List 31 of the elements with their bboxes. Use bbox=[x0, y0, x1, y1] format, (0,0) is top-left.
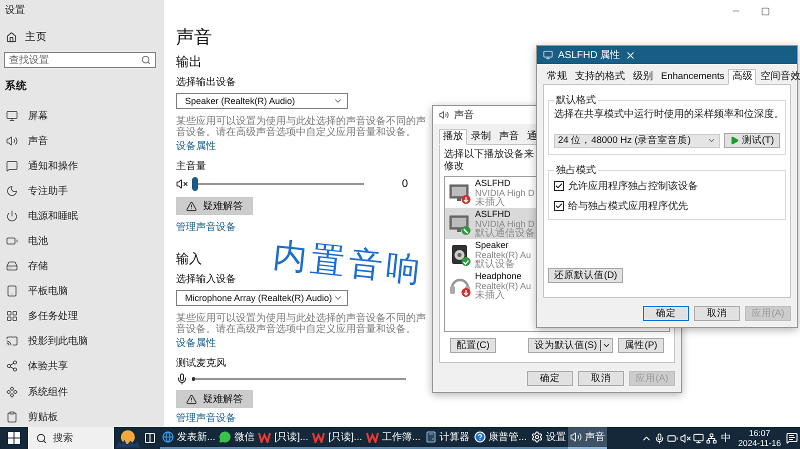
device-name: ASLFHD bbox=[475, 208, 512, 218]
device-status: 未插入 bbox=[475, 290, 505, 300]
device-name: Headphone bbox=[475, 270, 523, 280]
field-label: 主音量 bbox=[176, 160, 206, 174]
device-name: ASLFHD bbox=[475, 178, 512, 188]
section-title: 系统 bbox=[5, 80, 27, 92]
dialog-title: ASLFHD 属性 bbox=[558, 48, 620, 62]
description-text: 选择在共享模式中运行时使用的采样频率和位深度。 bbox=[554, 109, 780, 121]
group-title: 默认格式 bbox=[555, 94, 597, 107]
device-status: 未插入 bbox=[475, 198, 506, 208]
handwritten-note: 内置音响 bbox=[271, 236, 426, 290]
device-status: 默认设备 bbox=[475, 260, 515, 270]
page-title: 声音 bbox=[176, 26, 212, 48]
device-driver: NVIDIA High D bbox=[475, 188, 535, 198]
field-label: 选择输出设备 bbox=[176, 76, 236, 90]
description-text: 某些应用可以设置为使用与此处选择的声音设备不同的声音设备。请在高级声音选项中自定义应用音量和设备。 bbox=[176, 313, 427, 335]
field-label: 选择输入设备 bbox=[176, 273, 236, 287]
field-label: 测试麦克风 bbox=[176, 357, 226, 371]
description-text: 某些应用可以设置为使用与此处选择的声音设备不同的声音设备。请在高级声音选项中自定义应用音量和设备。 bbox=[176, 116, 427, 138]
dialog-title: 声音 bbox=[454, 108, 474, 122]
device-driver: Realtek(R) Au bbox=[475, 250, 532, 260]
instruction-text: 选择以下播放设备来修改 bbox=[444, 149, 535, 173]
group-title: 独占模式 bbox=[555, 164, 597, 177]
device-status: 默认通信设备 bbox=[475, 228, 535, 238]
device-driver: NVIDIA High D bbox=[475, 218, 535, 228]
window-title: 设置 bbox=[5, 4, 25, 18]
device-name: Speaker bbox=[475, 240, 509, 250]
volume-value: 0 bbox=[402, 178, 408, 190]
section-heading: 输出 bbox=[176, 54, 202, 70]
section-heading: 输入 bbox=[176, 251, 202, 267]
device-driver: Realtek(R) Au bbox=[475, 280, 532, 290]
